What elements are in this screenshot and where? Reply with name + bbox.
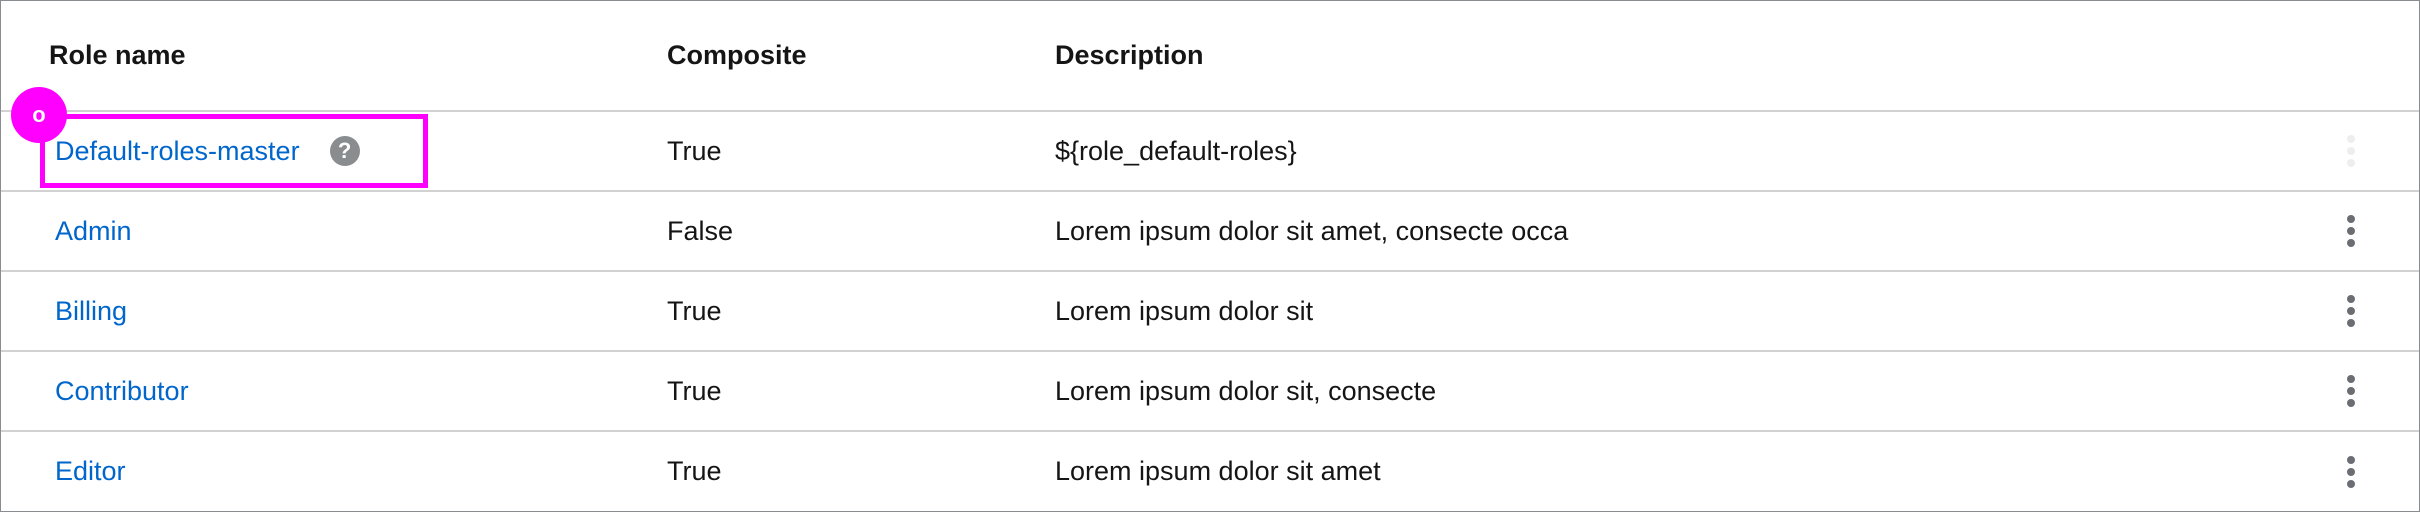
role-link-admin[interactable]: Admin <box>55 216 132 247</box>
description-cell: Lorem ipsum dolor sit, consecte <box>1055 375 1437 406</box>
description-cell: Lorem ipsum dolor sit amet, consecte occ… <box>1055 215 1569 246</box>
row-actions-cell <box>2331 112 2371 190</box>
table-row: Editor True Lorem ipsum dolor sit amet <box>1 432 2419 511</box>
description-cell: ${role_default-roles} <box>1055 135 1297 166</box>
role-link-default-roles-master[interactable]: Default-roles-master <box>55 136 300 167</box>
role-name-cell: Billing <box>55 272 127 350</box>
row-actions-cell <box>2331 432 2371 511</box>
role-link-contributor[interactable]: Contributor <box>55 376 189 407</box>
column-header-role-name[interactable]: Role name <box>49 1 186 110</box>
composite-cell: True <box>667 456 722 486</box>
table-row: Admin False Lorem ipsum dolor sit amet, … <box>1 192 2419 272</box>
role-link-billing[interactable]: Billing <box>55 296 127 327</box>
role-name-cell: Default-roles-master ? <box>55 112 360 190</box>
table-row: Default-roles-master ? True ${role_defau… <box>1 112 2419 192</box>
role-name-cell: Contributor <box>55 352 189 430</box>
composite-cell: False <box>667 215 734 246</box>
description-cell: Lorem ipsum dolor sit <box>1055 295 1314 326</box>
kebab-menu-icon[interactable] <box>2336 291 2366 331</box>
table-row: Contributor True Lorem ipsum dolor sit, … <box>1 352 2419 432</box>
row-actions-cell <box>2331 272 2371 350</box>
roles-table: Role name Composite Description Default-… <box>0 0 2420 512</box>
table-header: Role name Composite Description <box>1 1 2419 112</box>
composite-cell: True <box>667 135 722 166</box>
kebab-menu-icon[interactable] <box>2336 371 2366 411</box>
kebab-menu-icon[interactable] <box>2336 452 2366 492</box>
row-actions-cell <box>2331 352 2371 430</box>
role-link-editor[interactable]: Editor <box>55 456 126 487</box>
composite-cell: True <box>667 295 722 326</box>
question-circle-icon[interactable]: ? <box>329 136 360 166</box>
table-row: Billing True Lorem ipsum dolor sit <box>1 272 2419 352</box>
row-actions-cell <box>2331 192 2371 270</box>
column-header-description[interactable]: Description <box>1055 1 1204 110</box>
description-cell: Lorem ipsum dolor sit amet <box>1055 456 1381 486</box>
role-name-cell: Editor <box>55 432 126 511</box>
role-name-cell: Admin <box>55 192 132 270</box>
kebab-menu-icon <box>2336 131 2366 171</box>
annotation-marker: o <box>11 87 67 143</box>
kebab-menu-icon[interactable] <box>2336 211 2366 251</box>
composite-cell: True <box>667 375 722 406</box>
column-header-composite[interactable]: Composite <box>667 1 807 110</box>
